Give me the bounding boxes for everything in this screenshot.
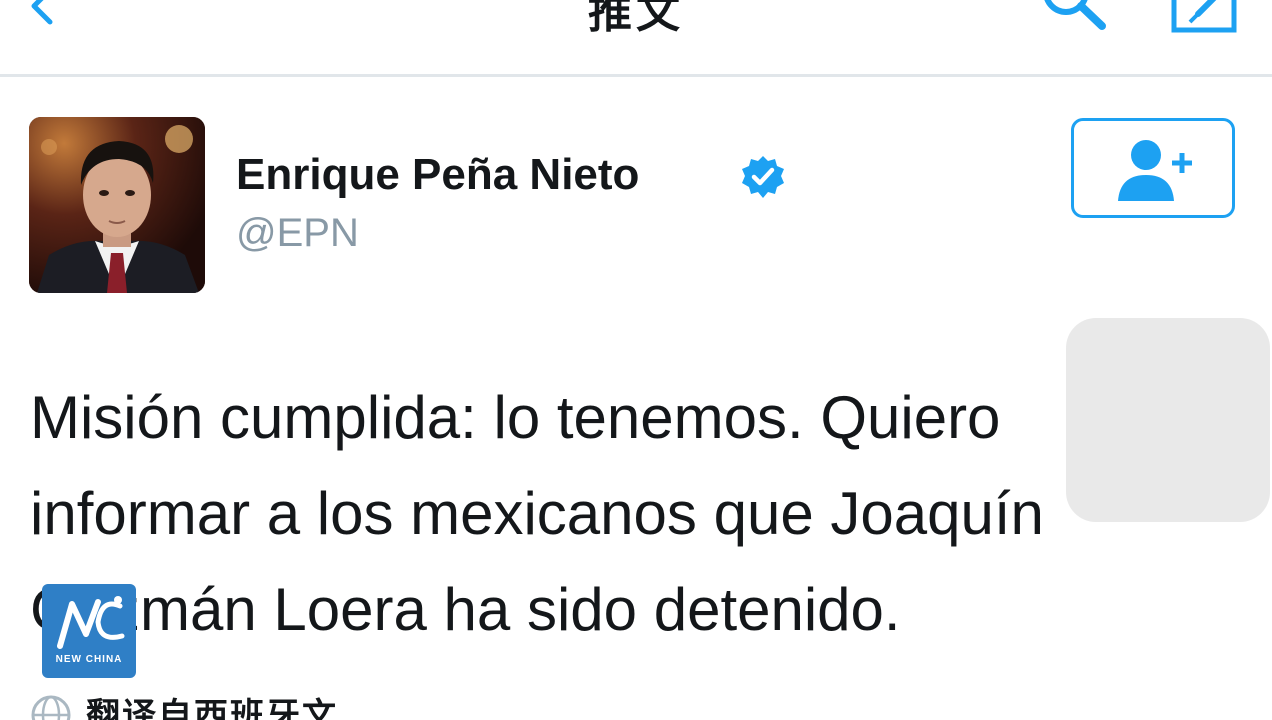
follow-button[interactable] (1071, 118, 1235, 218)
news-agency-label: NEW CHINA (55, 654, 123, 665)
avatar[interactable] (29, 117, 205, 293)
profile-photo (29, 117, 205, 293)
tweet-text: Misión cumplida: lo tenemos. Quiero info… (30, 384, 1044, 643)
tweet-detail-screen: 推文 Enrique Peña Nieto @EPN Misión cumpli… (0, 0, 1272, 720)
translate-link[interactable]: 翻译自西班牙文 (86, 688, 338, 720)
overlay-panel (1066, 318, 1270, 522)
search-button[interactable] (1038, 0, 1112, 36)
compose-icon (1171, 0, 1237, 33)
news-agency-logo: NEW CHINA (42, 584, 136, 678)
search-icon (1044, 0, 1106, 30)
navigation-bar: 推文 (0, 0, 1272, 77)
globe-icon (31, 695, 71, 720)
verified-badge-icon (742, 156, 784, 198)
display-name[interactable]: Enrique Peña Nieto (236, 148, 639, 202)
news-agency-logo-mark (57, 596, 125, 649)
compose-button[interactable] (1164, 0, 1244, 36)
add-user-icon (1118, 140, 1192, 201)
user-handle[interactable]: @EPN (236, 208, 359, 258)
